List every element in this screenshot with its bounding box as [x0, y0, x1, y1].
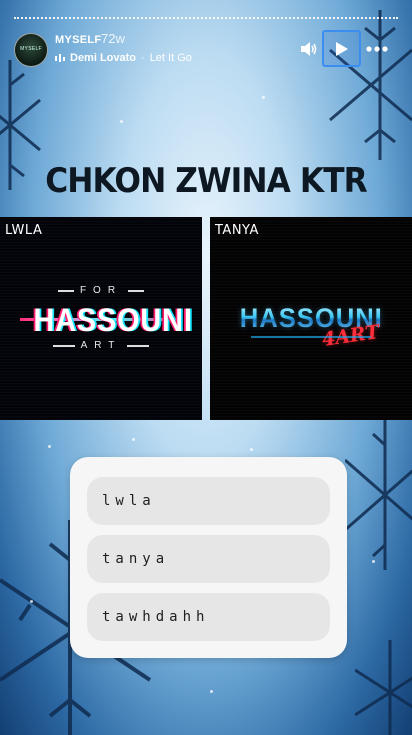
hassouni-4art-logo: HASSOUNI 4ART — [210, 303, 412, 351]
snow-speck — [372, 560, 375, 563]
music-info[interactable]: Demi Lovato · Let It Go — [55, 52, 192, 64]
avatar[interactable]: MYSELF — [14, 33, 48, 67]
story-header: MYSELF MYSELF 72w Demi Lovato · Let It G… — [0, 30, 412, 70]
story-view: MYSELF MYSELF 72w Demi Lovato · Let It G… — [0, 0, 412, 735]
snow-speck — [120, 120, 123, 123]
poll-option-3[interactable]: tawhdahh — [87, 593, 330, 641]
logo-bottom-line: ART — [0, 340, 202, 351]
poll-option-2[interactable]: tanya — [87, 535, 330, 583]
snowflake-bottom-right-decoration — [355, 640, 412, 735]
for-hassouni-art-logo: FOR HASSOUNI ART — [0, 285, 202, 351]
snow-speck — [48, 445, 51, 448]
post-time: 72w — [101, 31, 125, 46]
snow-speck — [132, 438, 135, 441]
music-artist: Demi Lovato — [70, 52, 137, 64]
poll-option-1[interactable]: lwla — [87, 477, 330, 525]
poll-sticker: lwla tanya tawhdahh — [70, 457, 347, 658]
username[interactable]: MYSELF — [55, 34, 101, 46]
play-button[interactable] — [322, 30, 361, 67]
music-bars-icon — [55, 54, 65, 62]
snow-speck — [30, 600, 33, 603]
logo-main-text: HASSOUNI — [33, 302, 193, 338]
snowflake-top-right-decoration — [329, 10, 412, 160]
panel-right-image: TANYA HASSOUNI 4ART — [210, 217, 412, 420]
music-song: Let It Go — [149, 52, 192, 64]
sound-button[interactable] — [299, 38, 319, 60]
snow-speck — [210, 690, 213, 693]
play-icon — [335, 41, 348, 56]
story-title: CHKON ZWINA KTR — [45, 161, 368, 201]
more-dots-icon — [366, 46, 388, 52]
logo-bottom-text: ART — [80, 340, 122, 351]
logo-top-text: FOR — [79, 285, 123, 296]
panel-left-image: LWLA FOR HASSOUNI ART — [0, 217, 202, 420]
panel-right-label: TANYA — [215, 223, 259, 238]
logo-top-line: FOR — [0, 285, 202, 296]
music-separator: · — [141, 52, 145, 64]
logo-main: HASSOUNI — [20, 302, 193, 338]
avatar-text: MYSELF — [20, 46, 42, 52]
snow-speck — [262, 96, 265, 99]
snowflake-right-decoration — [345, 420, 412, 570]
panel-left-label: LWLA — [5, 223, 43, 238]
logo-underline — [251, 336, 371, 338]
more-options-button[interactable] — [364, 38, 390, 60]
story-progress-bar — [14, 17, 398, 21]
snow-speck — [250, 448, 253, 451]
speaker-icon — [301, 42, 317, 56]
